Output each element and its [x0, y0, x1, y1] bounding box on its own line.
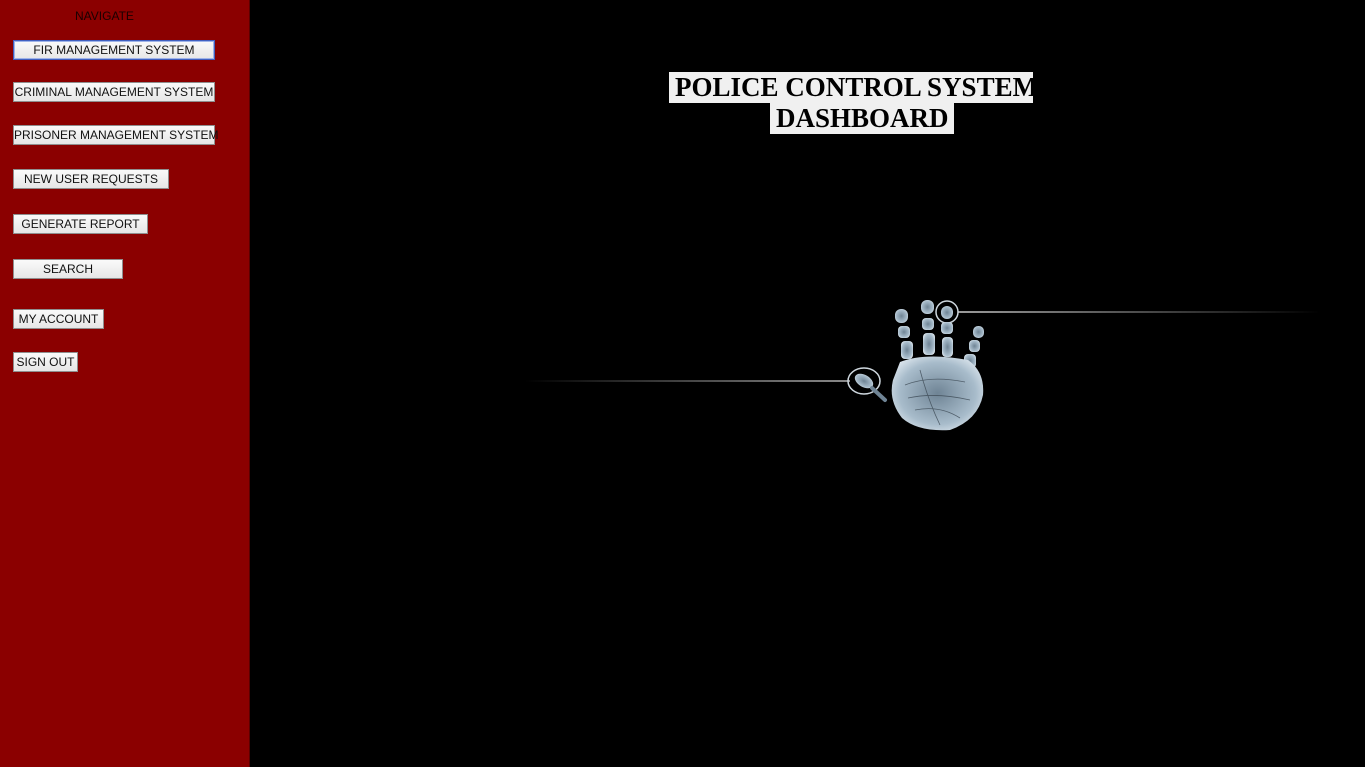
prisoner-management-button[interactable]: PRISONER MANAGEMENT SYSTEM: [13, 125, 218, 145]
page-title-line1: POLICE CONTROL SYSTEM: [669, 72, 1038, 103]
page-title-line2: DASHBOARD: [770, 103, 954, 134]
generate-report-button[interactable]: GENERATE REPORT: [13, 214, 148, 234]
my-account-button[interactable]: MY ACCOUNT: [13, 309, 104, 329]
pointer-line-left: [525, 380, 850, 382]
thumb-base: [870, 386, 887, 402]
navigation-sidebar: NAVIGATE FIR MANAGEMENT SYSTEM CRIMINAL …: [0, 0, 250, 767]
app-window: NAVIGATE FIR MANAGEMENT SYSTEM CRIMINAL …: [0, 0, 1365, 767]
search-button[interactable]: SEARCH: [13, 259, 123, 279]
pointer-line-right: [958, 311, 1320, 313]
new-user-requests-button[interactable]: NEW USER REQUESTS: [13, 169, 169, 189]
sign-out-button[interactable]: SIGN OUT: [13, 352, 78, 372]
criminal-management-button[interactable]: CRIMINAL MANAGEMENT SYSTEM: [13, 82, 215, 102]
handprint-image: [525, 300, 1320, 431]
fir-management-button[interactable]: FIR MANAGEMENT SYSTEM: [13, 40, 215, 60]
navigate-title: NAVIGATE: [75, 9, 134, 23]
